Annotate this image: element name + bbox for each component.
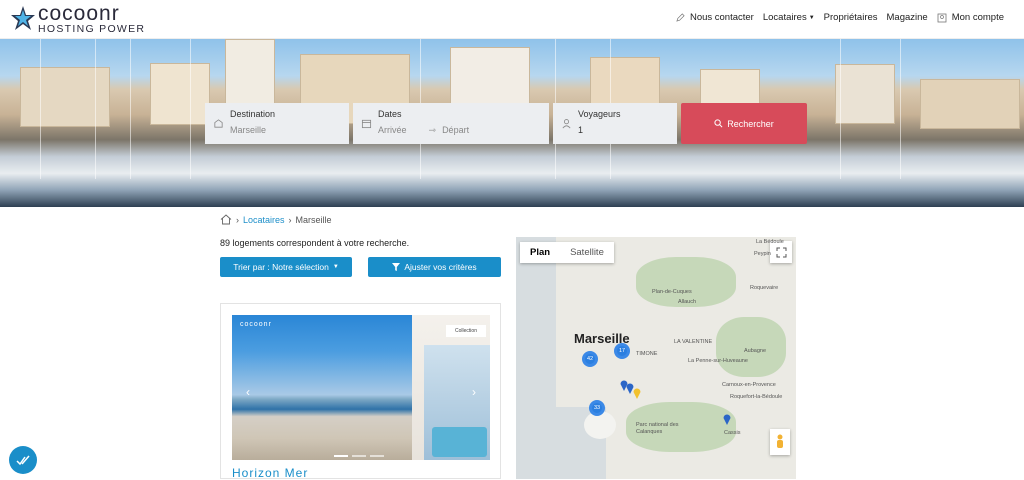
- nav-magazine-label: Magazine: [886, 12, 928, 23]
- listing-title[interactable]: Horizon Mer: [232, 466, 308, 480]
- breadcrumb-city: Marseille: [295, 214, 332, 225]
- hero-building: [920, 79, 1020, 129]
- street-view-icon[interactable]: [770, 429, 790, 455]
- arrow-right-icon: ⇾: [428, 125, 437, 135]
- dates-label: Dates: [378, 109, 402, 119]
- nav-owners-label: Propriétaires: [823, 12, 878, 23]
- hero-mast: [95, 39, 96, 179]
- nav-magazine[interactable]: Magazine: [887, 12, 928, 23]
- listing-photo[interactable]: cocoonr Collection ‹ ›: [232, 315, 490, 460]
- photo-table: [432, 427, 487, 457]
- caret-down-icon: ▼: [332, 264, 339, 270]
- sort-button[interactable]: Trier par : Notre sélection ▼: [220, 257, 352, 277]
- breadcrumb-separator: ›: [236, 214, 239, 225]
- destination-label: Destination: [230, 109, 276, 119]
- search-button-label: Rechercher: [727, 118, 774, 129]
- map-label: Cassis: [724, 430, 741, 436]
- hero-mast: [130, 39, 131, 179]
- star-logo-icon: [11, 6, 35, 30]
- map-label: TIMONE: [636, 351, 658, 357]
- site-logo[interactable]: cocoonr HOSTING POWER: [10, 2, 146, 35]
- nav-account-label: Mon compte: [951, 12, 1004, 23]
- map-label: Roquevaire: [750, 285, 779, 291]
- map-label: La Bédoule: [756, 239, 784, 245]
- filter-icon: [392, 263, 401, 271]
- search-bar: Destination Marseille Dates Arrivée ⇾ Dé…: [205, 103, 811, 146]
- map-label: Plan-de-Cuques: [652, 289, 692, 295]
- nav-owners[interactable]: Propriétaires: [824, 12, 878, 23]
- chevron-right-icon[interactable]: ›: [472, 385, 476, 399]
- map-cluster[interactable]: 42: [582, 351, 598, 367]
- filter-button[interactable]: Ajuster vos critères: [368, 257, 501, 277]
- search-icon: [714, 119, 723, 128]
- map-label: Allauch: [678, 299, 697, 305]
- breadcrumb-separator: ›: [288, 214, 292, 225]
- caret-down-icon: ▼: [808, 14, 815, 21]
- map-label: La Penne-sur-Huveaune: [688, 358, 748, 364]
- map-type-toggle: Plan Satellite: [520, 242, 614, 263]
- logo-tagline: HOSTING POWER: [38, 23, 146, 35]
- main-nav: Nous contacter Locataires ▼ Propriétaire…: [667, 12, 1004, 23]
- map-label: LA VALENTINE: [674, 339, 713, 345]
- hero-building: [20, 67, 110, 127]
- results-count: 89 logements correspondent à votre reche…: [220, 238, 410, 248]
- home-icon[interactable]: [220, 214, 232, 225]
- hero-mast: [40, 39, 41, 179]
- destination-value: Marseille: [230, 125, 267, 135]
- hero-mast: [900, 39, 901, 179]
- map-cluster[interactable]: 17: [614, 343, 630, 359]
- search-button[interactable]: Rechercher: [681, 103, 807, 144]
- map-park: [716, 317, 786, 377]
- collection-badge: Collection: [446, 325, 486, 337]
- map-label: Carnoux-en-Provence: [722, 382, 776, 388]
- nav-contact[interactable]: Nous contacter: [676, 12, 754, 23]
- map[interactable]: Plan Satellite Marseille Plan-de-Cuques …: [516, 237, 796, 479]
- hero-building: [835, 64, 895, 124]
- listing-card[interactable]: cocoonr Collection ‹ › Horizon Mer: [220, 303, 501, 480]
- nav-contact-label: Nous contacter: [689, 12, 754, 23]
- map-label: Peypin: [754, 251, 771, 257]
- destination-field[interactable]: Destination Marseille: [205, 103, 349, 144]
- hero-mast: [190, 39, 191, 179]
- sort-button-label: Trier par : Notre sélection: [233, 262, 329, 272]
- pencil-icon: [676, 13, 685, 22]
- hero-building: [150, 63, 210, 125]
- photo-logo: cocoonr: [240, 321, 272, 328]
- map-pin-icon[interactable]: [633, 387, 641, 399]
- nav-account[interactable]: Mon compte: [937, 12, 1004, 23]
- user-icon: [562, 119, 571, 129]
- accessibility-button[interactable]: [9, 446, 37, 474]
- map-tab-plan[interactable]: Plan: [520, 242, 560, 263]
- account-icon: [937, 13, 947, 22]
- calendar-icon: [361, 119, 372, 129]
- map-tab-satellite[interactable]: Satellite: [560, 242, 614, 263]
- logo-name: cocoonr: [38, 2, 120, 25]
- map-pin-icon[interactable]: [723, 413, 731, 425]
- top-bar: cocoonr HOSTING POWER Nous contacter Loc…: [0, 0, 1024, 39]
- carousel-dots: [332, 455, 386, 457]
- hero-mast: [840, 39, 841, 179]
- map-label: Aubagne: [744, 348, 767, 354]
- location-icon: [214, 119, 223, 128]
- breadcrumb-tenants[interactable]: Locataires: [243, 215, 285, 225]
- breadcrumb: › Locataires › Marseille: [220, 214, 332, 225]
- map-cluster[interactable]: 33: [589, 400, 605, 416]
- travelers-value: 1: [578, 125, 584, 135]
- map-label: Parc national des Calanques: [636, 422, 679, 435]
- chevron-left-icon[interactable]: ‹: [246, 385, 250, 399]
- map-label: Roquefort-la-Bédoule: [730, 394, 783, 400]
- nav-tenants[interactable]: Locataires ▼: [763, 12, 815, 23]
- arrival-input[interactable]: Arrivée: [378, 124, 407, 136]
- travelers-field[interactable]: Voyageurs 1: [553, 103, 677, 144]
- travelers-label: Voyageurs: [578, 109, 621, 119]
- checkmark-icon: [16, 455, 30, 466]
- departure-input[interactable]: Départ: [442, 124, 469, 136]
- filter-button-label: Ajuster vos critères: [404, 262, 477, 272]
- dates-field[interactable]: Dates Arrivée ⇾ Départ: [353, 103, 549, 144]
- nav-tenants-label: Locataires: [762, 12, 807, 23]
